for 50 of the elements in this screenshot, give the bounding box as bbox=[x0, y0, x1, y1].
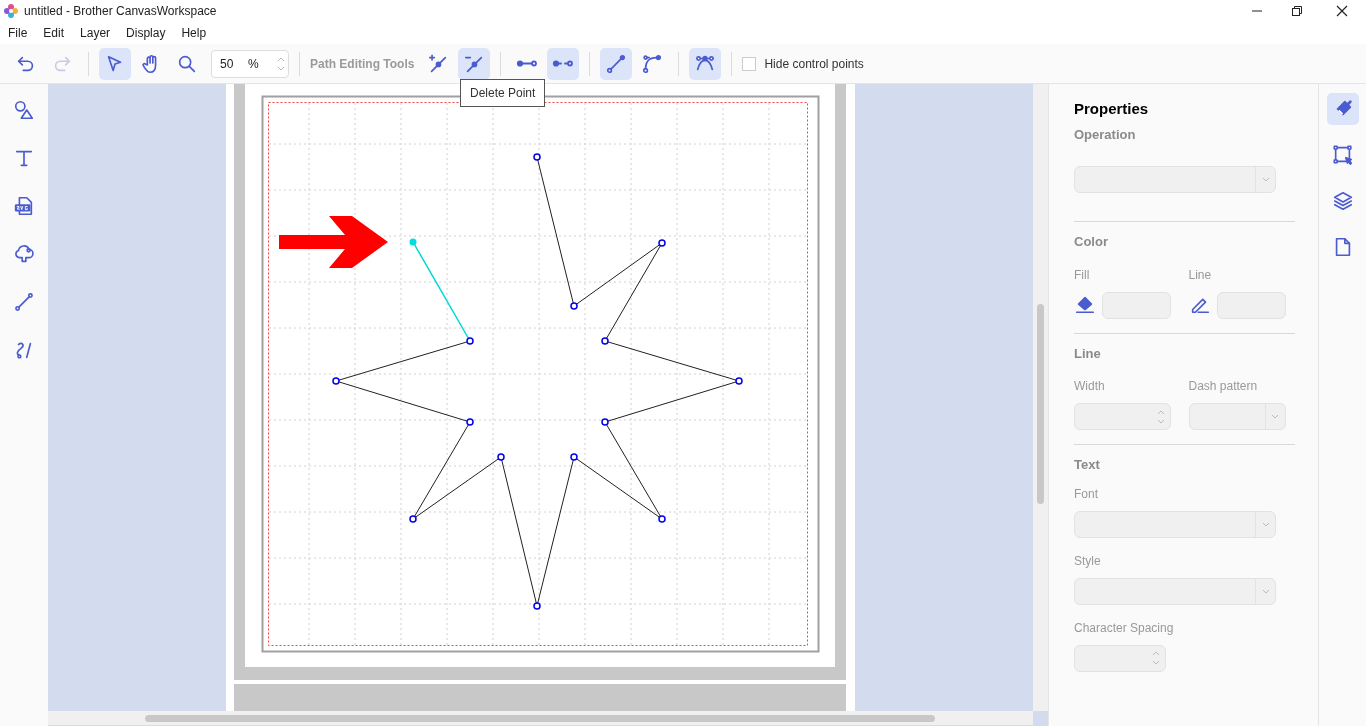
number-field[interactable] bbox=[1074, 644, 1166, 672]
menu-item[interactable]: File bbox=[8, 24, 28, 42]
checkbox-label[interactable]: Hide control points bbox=[764, 54, 864, 73]
field-label: Style bbox=[1074, 552, 1102, 570]
app-logo-icon bbox=[4, 4, 18, 18]
toolbar-label: Path Editing Tools bbox=[310, 55, 415, 73]
section-heading: Operation bbox=[1074, 125, 1137, 144]
scrollbar-thumb[interactable] bbox=[145, 715, 935, 722]
chevron-down-icon bbox=[1261, 588, 1270, 594]
layers-icon bbox=[1331, 190, 1354, 212]
window-title: untitled - Brother CanvasWorkspace bbox=[24, 3, 217, 20]
connected-nodes-icon bbox=[516, 60, 539, 67]
chevron-down-icon bbox=[1271, 414, 1279, 419]
close-icon[interactable] bbox=[1336, 5, 1348, 17]
section-heading: Text bbox=[1074, 456, 1101, 474]
field-label: Font bbox=[1074, 485, 1099, 503]
menu-item[interactable]: Layer bbox=[80, 24, 111, 42]
color-swatch[interactable] bbox=[1102, 291, 1171, 319]
menu-item[interactable]: Edit bbox=[43, 24, 65, 42]
vertical-scrollbar[interactable] bbox=[1033, 84, 1048, 711]
restore-icon[interactable] bbox=[1291, 5, 1303, 17]
scrollbar-thumb[interactable] bbox=[1037, 304, 1044, 504]
panel-title: Properties bbox=[1074, 99, 1150, 119]
straight-segment-button[interactable] bbox=[600, 47, 633, 80]
separated-nodes-button[interactable] bbox=[547, 47, 580, 80]
number-field[interactable] bbox=[1074, 403, 1171, 430]
delete-point-button[interactable] bbox=[458, 47, 491, 80]
section-heading: Color bbox=[1074, 233, 1109, 251]
curve-segment-icon bbox=[641, 52, 664, 75]
section-heading: Line bbox=[1074, 344, 1102, 363]
field-label: Fill bbox=[1074, 266, 1091, 284]
tooltip: Delete Point bbox=[460, 79, 546, 107]
field-label: Line bbox=[1188, 266, 1213, 284]
field-label: Width bbox=[1074, 378, 1106, 395]
chevron-down-icon bbox=[1261, 177, 1270, 182]
selection-box-icon bbox=[1331, 144, 1354, 166]
field-label: Character Spacing bbox=[1074, 619, 1175, 637]
smooth-node-button[interactable] bbox=[689, 47, 722, 80]
chevron-down-icon bbox=[1261, 521, 1270, 527]
menu-item[interactable]: Display bbox=[126, 24, 166, 42]
field-label: Dash pattern bbox=[1188, 378, 1259, 395]
zoom-field[interactable]: 50 % bbox=[211, 49, 289, 78]
brush-button[interactable] bbox=[1326, 93, 1359, 125]
arrow-pointer-button[interactable] bbox=[99, 47, 131, 80]
menu-item[interactable]: Help bbox=[181, 24, 207, 42]
horizontal-scrollbar[interactable] bbox=[48, 711, 1033, 725]
checkbox[interactable] bbox=[742, 56, 757, 71]
color-swatch[interactable] bbox=[1216, 291, 1286, 319]
straight-segment-icon bbox=[605, 52, 628, 75]
separated-nodes-icon bbox=[552, 60, 575, 67]
